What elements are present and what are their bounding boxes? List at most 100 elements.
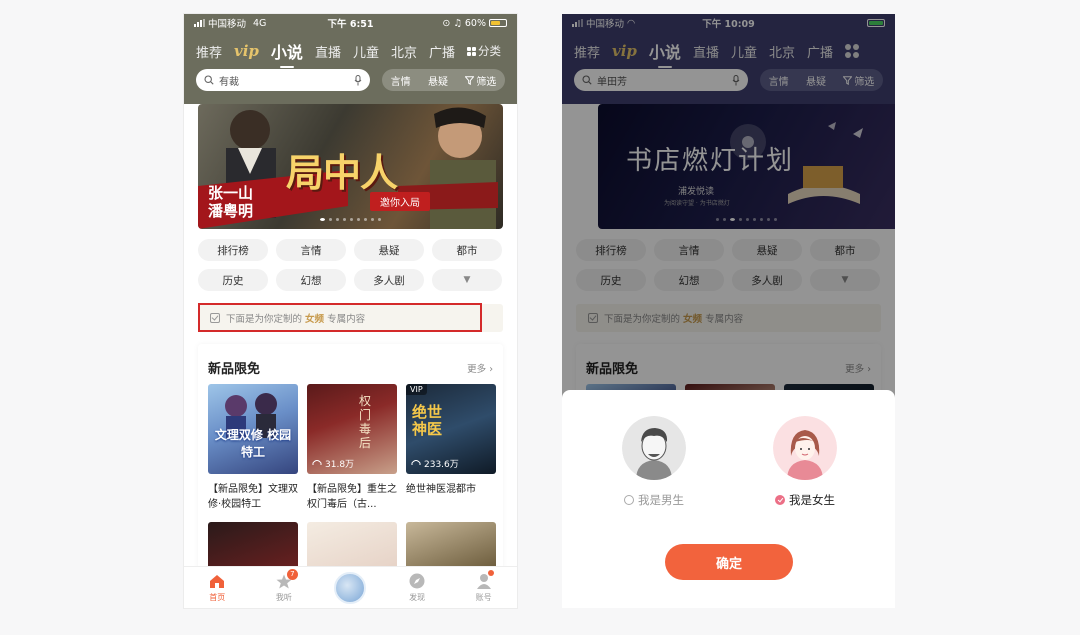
search-placeholder: 有裁 (219, 76, 239, 88)
tab-vip[interactable]: vip (234, 42, 259, 60)
category-button[interactable]: 分类 (467, 43, 501, 59)
headphone-icon (411, 460, 421, 465)
book-card[interactable]: 文理双修 校园特工 【新品限免】文理双修·校园特工 (208, 384, 298, 512)
category-history[interactable]: 历史 (198, 269, 268, 291)
tab-live[interactable]: 直播 (315, 42, 341, 61)
book-title: 【新品限免】文理双修·校园特工 (208, 484, 298, 510)
carrier: 中国移动 (208, 19, 247, 30)
gender-option-female[interactable]: 我是女生 (740, 416, 870, 508)
banner-title: 局中人 (286, 150, 398, 195)
filter-suspense[interactable]: 悬疑 (428, 73, 448, 88)
book-grid: 文理双修 校园特工 【新品限免】文理双修·校园特工 权门毒后 31.8万 【新品… (208, 384, 496, 570)
cover-title: 权门毒后 (359, 394, 372, 450)
search-icon (204, 75, 214, 85)
category-fantasy[interactable]: 幻想 (276, 269, 346, 291)
cover-title: 文理双修 校园特工 (214, 428, 292, 459)
tab-account[interactable]: 账号 (464, 570, 504, 603)
book-cover (307, 522, 397, 570)
book-cover (406, 522, 496, 570)
new-free-section: 新品限免 更多 › 文理双修 校园特工 【新品限免】文理双修·校园特工 权门毒后 (198, 344, 503, 604)
book-cover: 文理双修 校园特工 (208, 384, 298, 474)
filter-button[interactable]: 筛选 (465, 73, 496, 88)
book-cover (208, 522, 298, 570)
more-link[interactable]: 更多 › (467, 361, 493, 375)
alarm-icon: ⊙ (442, 17, 451, 29)
book-title: 【新品限免】重生之权门毒后（古... (307, 484, 397, 510)
tab-recommend[interactable]: 推荐 (196, 42, 222, 61)
tab-label: 发现 (409, 593, 426, 602)
book-card[interactable]: 权门毒后 31.8万 【新品限免】重生之权门毒后（古... (307, 384, 397, 512)
battery-percent: 60% (464, 17, 486, 29)
play-count: 233.6万 (424, 460, 459, 470)
book-cover: 权门毒后 31.8万 (307, 384, 397, 474)
filter-romance[interactable]: 言情 (391, 73, 411, 88)
tab-label: 我听 (275, 593, 292, 602)
grid-icon (467, 46, 476, 56)
network-type: 4G (253, 17, 267, 29)
filter-label: 筛选 (476, 76, 497, 88)
book-card[interactable] (307, 522, 397, 570)
category-chart[interactable]: 排行榜 (198, 239, 268, 261)
annotation-highlight-box (198, 303, 482, 332)
category-romance[interactable]: 言情 (276, 239, 346, 261)
funnel-icon (465, 75, 475, 85)
tab-home[interactable]: 首页 (197, 572, 237, 603)
tab-listen[interactable]: 7 我听 (264, 569, 304, 603)
tab-label: 账号 (475, 593, 492, 602)
triangle-down-icon: ▼ (463, 275, 471, 285)
quick-filters: 言情 悬疑 筛选 (382, 69, 505, 91)
female-label: 我是女生 (789, 493, 835, 507)
channel-tabs: 推荐 vip 小说 直播 儿童 北京 广播 分类 (184, 38, 517, 64)
promo-banner[interactable]: 局中人 张一山 潘粤明 邀你入局 (198, 104, 503, 229)
home-icon (208, 572, 226, 590)
gender-option-male[interactable]: 我是男生 (589, 416, 719, 508)
clock: 下午 6:51 (327, 19, 374, 30)
bottom-tab-bar: 首页 7 我听 发现 账号 (184, 566, 517, 608)
category-urban[interactable]: 都市 (432, 239, 502, 261)
search-input[interactable]: 有裁 (196, 69, 370, 91)
book-card[interactable]: VIP 绝世神医 233.6万 绝世神医混都市 (406, 384, 496, 512)
section-title: 新品限免 (208, 362, 261, 377)
phone-screen-right: 中国移动 ◠ 下午 10:09 推荐 vip 小说 直播 儿童 北京 广播 单田… (562, 14, 895, 608)
compass-icon (408, 572, 426, 590)
cover-title: 绝世神医 (412, 403, 443, 438)
phone-screen-left: 中国移动 4G 下午 6:51 ⊙ ♫ 60% 推荐 vip 小说 直播 儿童 … (184, 14, 517, 608)
book-title: 绝世神医混都市 (406, 484, 476, 495)
tab-radio[interactable]: 广播 (429, 42, 455, 61)
status-bar: 中国移动 4G 下午 6:51 ⊙ ♫ 60% (184, 14, 517, 32)
female-avatar (773, 416, 837, 480)
male-avatar (622, 416, 686, 480)
book-cover: VIP 绝世神医 233.6万 (406, 384, 496, 474)
book-card[interactable] (406, 522, 496, 570)
male-label: 我是男生 (638, 493, 684, 507)
banner-actor-1: 张一山 (208, 184, 254, 202)
banner-cta: 邀你入局 (370, 192, 430, 211)
vip-badge: VIP (406, 384, 427, 395)
battery-icon (489, 19, 507, 27)
expand-categories-button[interactable]: ▼ (432, 269, 502, 291)
player-disc-icon (334, 571, 367, 604)
radio-male[interactable] (624, 495, 634, 505)
carousel-dots (198, 218, 503, 221)
gender-select-sheet: 我是男生 我是女生 确定 (562, 390, 895, 608)
notification-badge: 7 (286, 569, 298, 580)
signal-icon (194, 19, 205, 27)
tab-novel[interactable]: 小说 (271, 39, 303, 63)
radio-female[interactable] (775, 495, 785, 505)
notification-dot (487, 570, 494, 576)
tab-kids[interactable]: 儿童 (353, 42, 379, 61)
category-label: 分类 (478, 44, 501, 58)
tab-label: 首页 (209, 593, 226, 602)
category-multi-cast[interactable]: 多人剧 (354, 269, 424, 291)
tab-discover[interactable]: 发现 (397, 572, 437, 603)
category-grid: 排行榜 言情 悬疑 都市 历史 幻想 多人剧 ▼ (198, 239, 503, 291)
book-card[interactable] (208, 522, 298, 570)
confirm-button[interactable]: 确定 (665, 544, 793, 580)
microphone-icon[interactable] (354, 74, 362, 86)
play-count: 31.8万 (325, 460, 355, 470)
tab-player[interactable] (330, 571, 370, 604)
tab-beijing[interactable]: 北京 (391, 42, 417, 61)
category-suspense[interactable]: 悬疑 (354, 239, 424, 261)
headphone-icon: ♫ (453, 17, 462, 29)
headphone-icon (312, 460, 322, 465)
